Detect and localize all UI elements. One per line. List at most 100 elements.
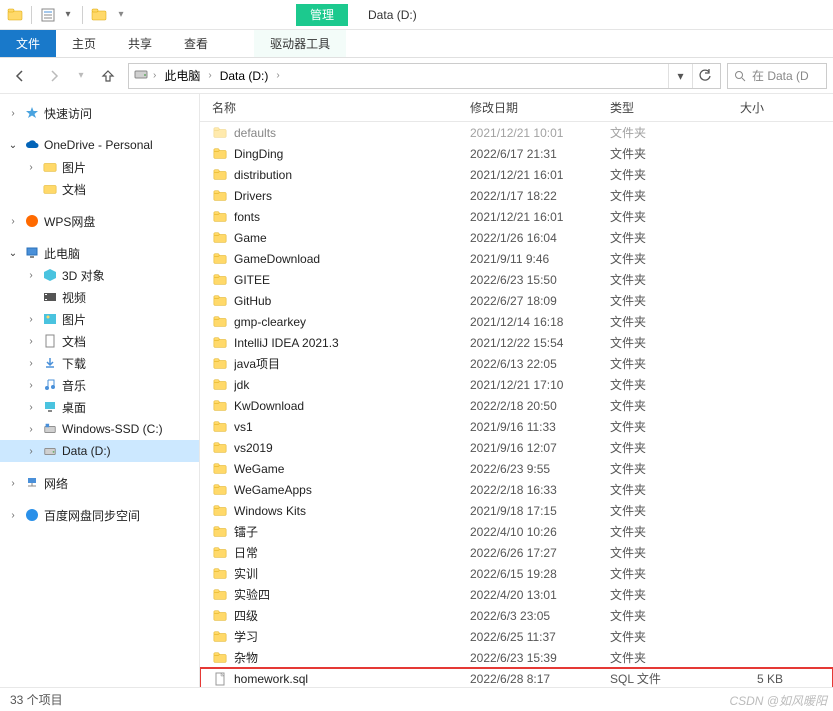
column-date[interactable]: 修改日期 bbox=[470, 99, 610, 116]
file-row[interactable]: jdk2021/12/21 17:10文件夹 bbox=[200, 374, 833, 395]
file-list[interactable]: defaults2021/12/21 10:01文件夹DingDing2022/… bbox=[200, 122, 833, 687]
file-row[interactable]: defaults2021/12/21 10:01文件夹 bbox=[200, 122, 833, 143]
sidebar-quick-access[interactable]: › 快速访问 bbox=[0, 102, 199, 124]
file-row[interactable]: KwDownload2022/2/18 20:50文件夹 bbox=[200, 395, 833, 416]
sidebar-downloads[interactable]: › 下载 bbox=[0, 352, 199, 374]
chevron-right-icon[interactable]: › bbox=[24, 358, 38, 369]
new-folder-icon[interactable] bbox=[90, 6, 108, 24]
main-area: › 快速访问 ⌄ OneDrive - Personal › 图片 文档 › W… bbox=[0, 94, 833, 687]
breadcrumb-this-pc[interactable]: 此电脑 bbox=[160, 67, 204, 84]
address-bar[interactable]: › 此电脑 › Data (D:) › ▾ bbox=[128, 63, 721, 89]
file-row[interactable]: Windows Kits2021/9/18 17:15文件夹 bbox=[200, 500, 833, 521]
chevron-down-icon[interactable]: ⌄ bbox=[6, 248, 20, 259]
file-date: 2022/6/27 18:09 bbox=[470, 294, 610, 308]
chevron-right-icon[interactable]: › bbox=[24, 270, 38, 281]
sidebar-music[interactable]: › 音乐 bbox=[0, 374, 199, 396]
tab-file[interactable]: 文件 bbox=[0, 30, 56, 57]
file-row[interactable]: WeGame2022/6/23 9:55文件夹 bbox=[200, 458, 833, 479]
properties-icon[interactable] bbox=[39, 6, 57, 24]
column-size[interactable]: 大小 bbox=[740, 99, 833, 116]
column-name[interactable]: 名称 bbox=[212, 99, 470, 116]
qat-customize-icon[interactable]: ▾ bbox=[112, 6, 130, 24]
up-button[interactable] bbox=[94, 62, 122, 90]
file-row[interactable]: GameDownload2021/9/11 9:46文件夹 bbox=[200, 248, 833, 269]
chevron-down-icon[interactable]: ▾ bbox=[61, 9, 75, 20]
file-row[interactable]: WeGameApps2022/2/18 16:33文件夹 bbox=[200, 479, 833, 500]
sidebar-documents2[interactable]: › 文档 bbox=[0, 330, 199, 352]
file-row[interactable]: 实训2022/6/15 19:28文件夹 bbox=[200, 563, 833, 584]
file-row[interactable]: distribution2021/12/21 16:01文件夹 bbox=[200, 164, 833, 185]
chevron-right-icon[interactable]: › bbox=[24, 446, 38, 457]
sidebar-baidu[interactable]: › 百度网盘同步空间 bbox=[0, 504, 199, 526]
drive-icon bbox=[133, 66, 149, 85]
file-row[interactable]: java项目2022/6/13 22:05文件夹 bbox=[200, 353, 833, 374]
file-row[interactable]: 学习2022/6/25 11:37文件夹 bbox=[200, 626, 833, 647]
sidebar-onedrive[interactable]: ⌄ OneDrive - Personal bbox=[0, 134, 199, 156]
file-row[interactable]: GITEE2022/6/23 15:50文件夹 bbox=[200, 269, 833, 290]
file-row[interactable]: 四级2022/6/3 23:05文件夹 bbox=[200, 605, 833, 626]
refresh-button[interactable] bbox=[692, 64, 716, 88]
picture-icon bbox=[42, 311, 58, 327]
file-row[interactable]: 杂物2022/6/23 15:39文件夹 bbox=[200, 647, 833, 668]
file-name: 四级 bbox=[234, 607, 470, 624]
sidebar-desktop[interactable]: › 桌面 bbox=[0, 396, 199, 418]
chevron-right-icon[interactable]: › bbox=[6, 510, 20, 521]
chevron-right-icon[interactable]: › bbox=[153, 70, 156, 81]
tab-share[interactable]: 共享 bbox=[112, 30, 168, 57]
search-input[interactable]: 在 Data (D bbox=[727, 63, 827, 89]
sidebar-network[interactable]: › 网络 bbox=[0, 472, 199, 494]
file-row[interactable]: IntelliJ IDEA 2021.32021/12/22 15:54文件夹 bbox=[200, 332, 833, 353]
tab-drive-tools[interactable]: 驱动器工具 bbox=[254, 30, 346, 57]
chevron-right-icon[interactable]: › bbox=[24, 162, 38, 173]
sidebar-data-d[interactable]: › Data (D:) bbox=[0, 440, 199, 462]
chevron-down-icon[interactable]: ⌄ bbox=[6, 140, 20, 151]
file-row[interactable]: 实验四2022/4/20 13:01文件夹 bbox=[200, 584, 833, 605]
sidebar-documents[interactable]: 文档 bbox=[0, 178, 199, 200]
tab-home[interactable]: 主页 bbox=[56, 30, 112, 57]
sidebar-this-pc[interactable]: ⌄ 此电脑 bbox=[0, 242, 199, 264]
chevron-right-icon[interactable]: › bbox=[24, 402, 38, 413]
file-row[interactable]: GitHub2022/6/27 18:09文件夹 bbox=[200, 290, 833, 311]
file-date: 2022/6/17 21:31 bbox=[470, 147, 610, 161]
folder-icon bbox=[212, 650, 228, 666]
history-dropdown[interactable]: ▾ bbox=[668, 64, 692, 88]
sidebar-windows-ssd[interactable]: › Windows-SSD (C:) bbox=[0, 418, 199, 440]
file-row[interactable]: 日常2022/6/26 17:27文件夹 bbox=[200, 542, 833, 563]
file-row[interactable]: fonts2021/12/21 16:01文件夹 bbox=[200, 206, 833, 227]
chevron-right-icon[interactable]: › bbox=[6, 478, 20, 489]
drive-icon bbox=[42, 443, 58, 459]
chevron-right-icon[interactable]: › bbox=[6, 108, 20, 119]
file-row[interactable]: gmp-clearkey2021/12/14 16:18文件夹 bbox=[200, 311, 833, 332]
file-row[interactable]: Drivers2022/1/17 18:22文件夹 bbox=[200, 185, 833, 206]
chevron-right-icon[interactable]: › bbox=[208, 70, 211, 81]
recent-dropdown[interactable]: ▾ bbox=[74, 62, 88, 90]
forward-button[interactable] bbox=[40, 62, 68, 90]
breadcrumb-current[interactable]: Data (D:) bbox=[216, 69, 273, 83]
chevron-right-icon[interactable]: › bbox=[24, 424, 38, 435]
file-row[interactable]: homework.sql2022/6/28 8:17SQL 文件5 KB bbox=[200, 668, 833, 687]
file-row[interactable]: vs20192021/9/16 12:07文件夹 bbox=[200, 437, 833, 458]
sidebar-pictures2[interactable]: › 图片 bbox=[0, 308, 199, 330]
file-row[interactable]: vs12021/9/16 11:33文件夹 bbox=[200, 416, 833, 437]
tab-view[interactable]: 查看 bbox=[168, 30, 224, 57]
chevron-right-icon[interactable]: › bbox=[24, 336, 38, 347]
sidebar-wps[interactable]: › WPS网盘 bbox=[0, 210, 199, 232]
chevron-right-icon[interactable]: › bbox=[24, 380, 38, 391]
sidebar-videos[interactable]: 视频 bbox=[0, 286, 199, 308]
column-type[interactable]: 类型 bbox=[610, 99, 740, 116]
chevron-right-icon[interactable]: › bbox=[24, 314, 38, 325]
chevron-right-icon[interactable]: › bbox=[6, 216, 20, 227]
back-button[interactable] bbox=[6, 62, 34, 90]
sidebar-3d-objects[interactable]: › 3D 对象 bbox=[0, 264, 199, 286]
file-row[interactable]: DingDing2022/6/17 21:31文件夹 bbox=[200, 143, 833, 164]
sidebar-pictures[interactable]: › 图片 bbox=[0, 156, 199, 178]
file-row[interactable]: Game2022/1/26 16:04文件夹 bbox=[200, 227, 833, 248]
file-type: 文件夹 bbox=[610, 544, 740, 561]
chevron-right-icon[interactable]: › bbox=[276, 70, 279, 81]
navigation-pane[interactable]: › 快速访问 ⌄ OneDrive - Personal › 图片 文档 › W… bbox=[0, 94, 200, 687]
file-name: distribution bbox=[234, 168, 470, 182]
file-type: 文件夹 bbox=[610, 334, 740, 351]
folder-icon bbox=[42, 159, 58, 175]
file-type: 文件夹 bbox=[610, 418, 740, 435]
file-row[interactable]: 镭子2022/4/10 10:26文件夹 bbox=[200, 521, 833, 542]
